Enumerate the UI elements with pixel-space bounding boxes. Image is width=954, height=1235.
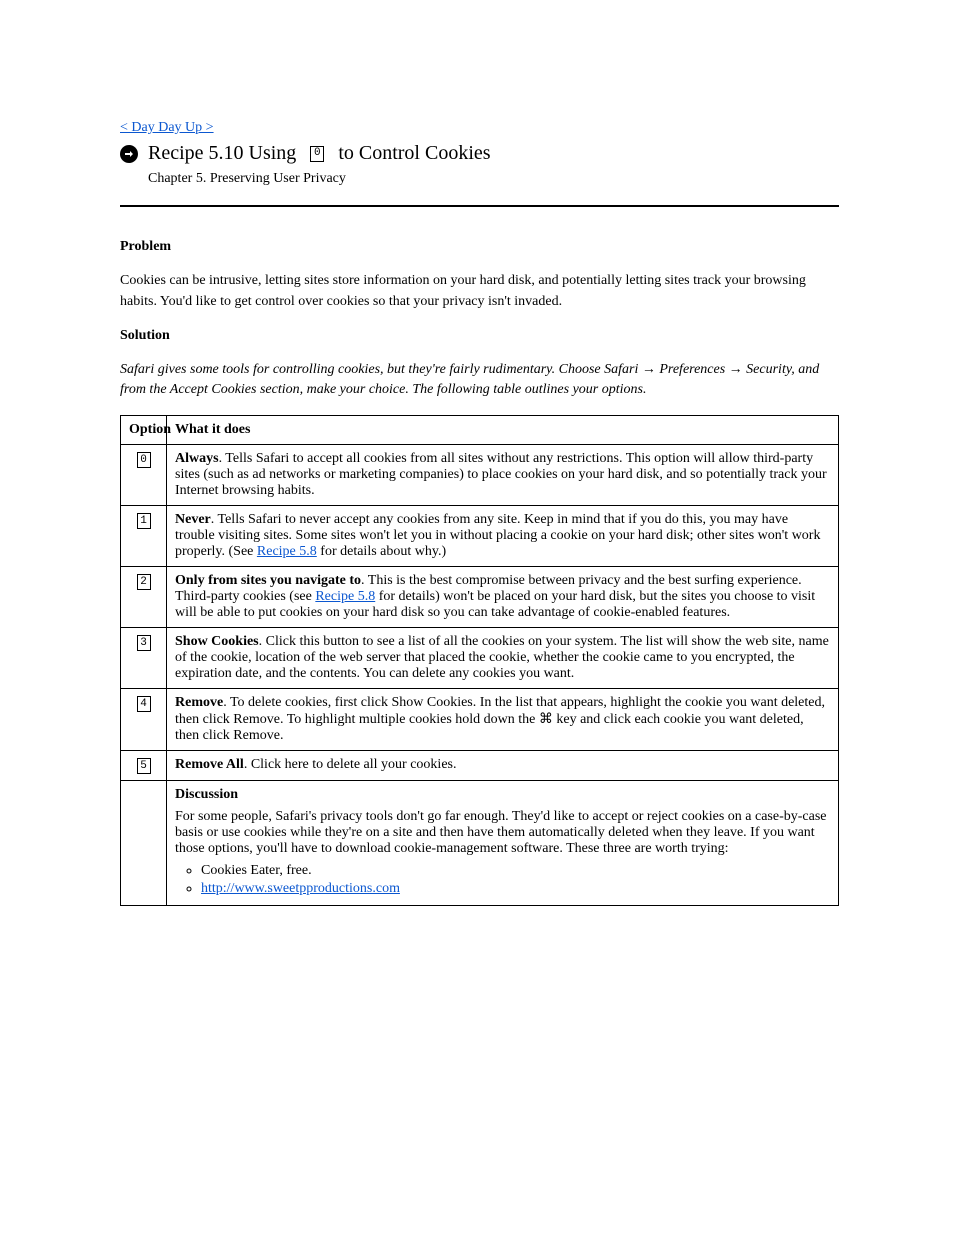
table-row: 5 Remove All. Click here to delete all y… <box>121 750 839 781</box>
solution-text: Safari gives some tools for controlling … <box>120 360 839 401</box>
opt-glyph-icon: 5 <box>137 758 151 774</box>
desc-cell: Only from sites you navigate to. This is… <box>167 566 839 627</box>
options-table: Option What it does 0 Always. Tells Safa… <box>120 415 839 907</box>
table-row: 3 Show Cookies. Click this button to see… <box>121 627 839 688</box>
title-pre: Recipe 5.10 Using <box>148 142 296 165</box>
opt-glyph-icon: 4 <box>137 696 151 712</box>
list-item: Cookies Eater, free. <box>201 863 830 879</box>
col-option: Option <box>121 415 167 444</box>
table-row: 4 Remove. To delete cookies, first click… <box>121 688 839 750</box>
table-row-discussion: Discussion For some people, Safari's pri… <box>121 781 839 906</box>
desc-cell: Never. Tells Safari to never accept any … <box>167 505 839 566</box>
list-item: http://www.sweetpproductions.com <box>201 881 830 897</box>
divider <box>120 205 839 207</box>
page-title: Recipe 5.10 Using 0 to Control Cookies <box>120 142 839 165</box>
discussion-cell: Discussion For some people, Safari's pri… <box>167 781 839 906</box>
title-post: to Control Cookies <box>338 142 490 165</box>
opt-glyph-icon: 3 <box>137 635 151 651</box>
back-link[interactable]: < Day Day Up > <box>120 120 214 135</box>
table-row: 1 Never. Tells Safari to never accept an… <box>121 505 839 566</box>
desc-cell: Always. Tells Safari to accept all cooki… <box>167 444 839 505</box>
opt-glyph-icon: 0 <box>137 452 151 468</box>
external-link[interactable]: http://www.sweetpproductions.com <box>201 881 400 896</box>
table-row: 0 Always. Tells Safari to accept all coo… <box>121 444 839 505</box>
recipe-link[interactable]: Recipe 5.8 <box>315 589 375 604</box>
desc-cell: Remove All. Click here to delete all you… <box>167 750 839 781</box>
subtitle: Chapter 5. Preserving User Privacy <box>148 171 839 187</box>
opt-glyph-icon: 2 <box>137 574 151 590</box>
opt-glyph-icon: 1 <box>137 513 151 529</box>
table-row: 2 Only from sites you navigate to. This … <box>121 566 839 627</box>
desc-cell: Show Cookies. Click this button to see a… <box>167 627 839 688</box>
solution-heading: Solution <box>120 326 839 346</box>
safari-box-icon: 0 <box>310 146 324 162</box>
col-desc: What it does <box>167 415 839 444</box>
desc-cell: Remove. To delete cookies, first click S… <box>167 688 839 750</box>
recipe-link[interactable]: Recipe 5.8 <box>257 544 317 559</box>
empty-opt-cell <box>121 781 167 906</box>
arrow-right-icon <box>120 145 138 163</box>
problem-heading: Problem <box>120 237 839 257</box>
problem-text: Cookies can be intrusive, letting sites … <box>120 271 839 312</box>
